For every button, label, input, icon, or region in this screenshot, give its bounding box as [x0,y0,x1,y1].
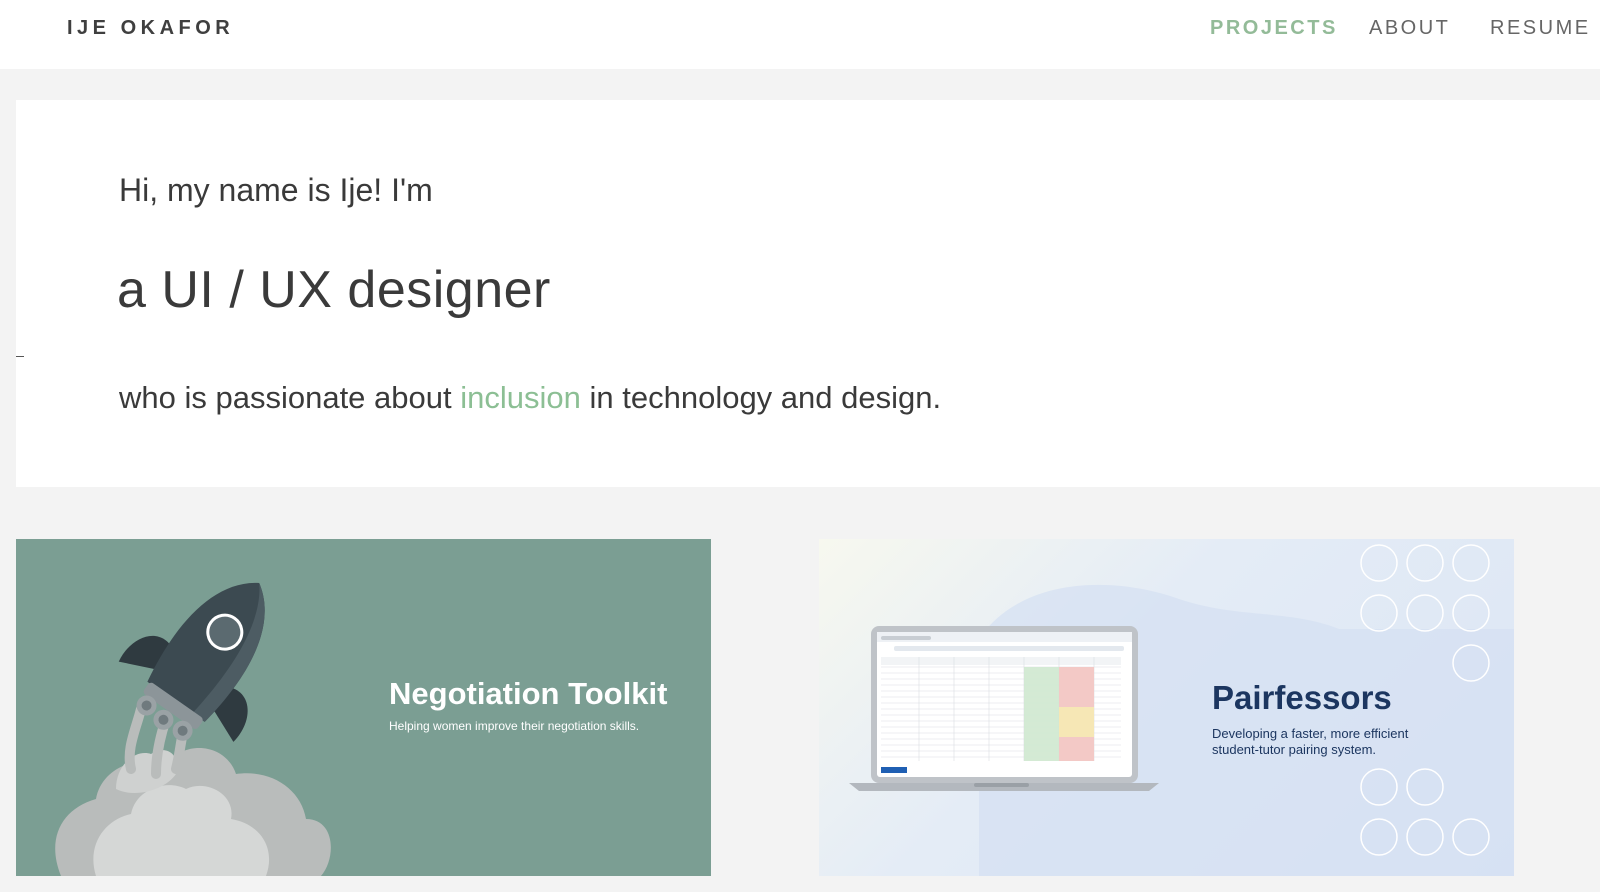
project-card-pairfessors[interactable]: Pairfessors Developing a faster, more ef… [819,539,1514,876]
hero-passion-line: who is passionate about inclusion in tec… [119,380,941,416]
passion-text-start: who is passionate about [119,380,452,415]
top-navigation-bar: IJE OKAFOR PROJECTS ABOUT RESUME [0,0,1600,69]
hero-role: a UI / UX designer [117,261,551,319]
laptop-spreadsheet-illustration [849,544,1514,876]
project-card-negotiation-toolkit[interactable]: Negotiation Toolkit Helping women improv… [16,539,711,876]
passion-accent-word: inclusion [460,380,581,415]
nav-about[interactable]: ABOUT [1369,17,1450,40]
hero-greeting: Hi, my name is Ije! I'm [119,172,433,208]
nav-resume[interactable]: RESUME [1490,17,1591,40]
divider [16,356,24,357]
site-logo-name[interactable]: IJE OKAFOR [67,17,234,40]
project-title: Pairfessors [1212,679,1392,716]
nav-projects[interactable]: PROJECTS [1210,17,1338,40]
project-subtitle: Developing a faster, more efficient stud… [1212,726,1409,757]
passion-text-end: in technology and design. [589,380,942,415]
hero-intro: Hi, my name is Ije! I'm a UI / UX design… [16,100,1600,487]
project-title: Negotiation Toolkit [389,676,668,711]
project-subtitle: Helping women improve their negotiation … [389,719,640,733]
